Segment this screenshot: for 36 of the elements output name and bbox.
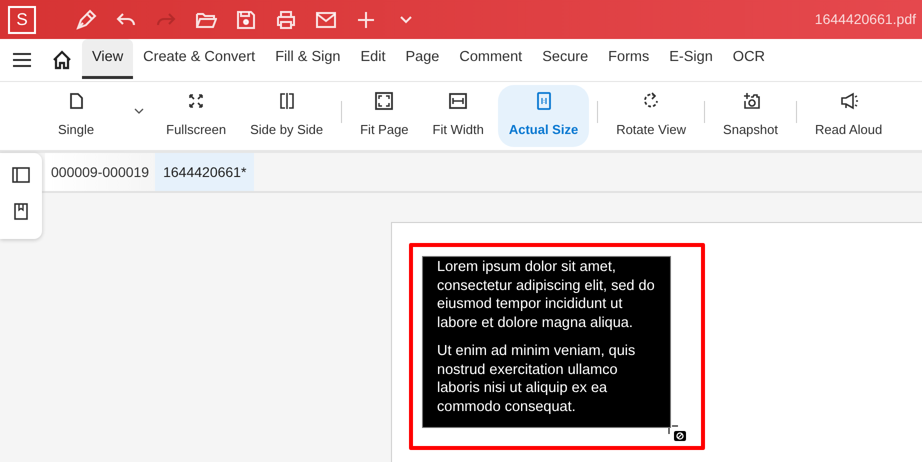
toolbar-button[interactable]: Single [48, 85, 104, 148]
menu-tab[interactable]: Comment [449, 39, 532, 80]
side-by-side-icon [278, 92, 296, 110]
menu-tab[interactable]: Fill & Sign [265, 39, 350, 80]
menu-tab[interactable]: Create & Convert [133, 39, 266, 80]
sidebar-panel-icon[interactable] [12, 167, 30, 183]
menu-tab[interactable]: Secure [532, 39, 598, 80]
menu-tab[interactable]: Edit [350, 39, 396, 80]
menu-tab[interactable]: Page [395, 39, 450, 80]
toolbar-button[interactable]: Fit Page [350, 85, 419, 148]
menu-tab[interactable]: View [82, 39, 134, 80]
megaphone-icon [840, 92, 858, 110]
toolbar-button[interactable]: Fullscreen [156, 85, 236, 148]
bookmark-icon[interactable] [14, 203, 28, 220]
dropdown-caret-icon[interactable] [134, 108, 144, 114]
menu-tab[interactable]: E-Sign [659, 39, 723, 80]
toolbar-button[interactable]: Side by Side [240, 85, 334, 148]
rotate-icon [642, 92, 660, 110]
toolbar-button[interactable]: Rotate View [606, 85, 696, 148]
toolbar-button[interactable]: Snapshot [713, 85, 788, 148]
fullscreen-icon [187, 92, 206, 110]
file-name: 1644420661.pdf [814, 10, 916, 30]
toolbar-button[interactable]: Fit Width [422, 85, 494, 148]
camera-icon [742, 92, 760, 110]
app-logo: S [8, 6, 36, 34]
toolbar-button[interactable]: Actual Size [498, 85, 590, 148]
menu-tab[interactable]: Forms [598, 39, 660, 80]
toolbar-button[interactable]: Read Aloud [804, 85, 892, 148]
menu-tab[interactable]: OCR [722, 39, 776, 80]
fit-width-icon [449, 92, 468, 110]
paragraph: Ut enim ad minim veniam, quis nostrud exercitation ullamco laboris nisi ut aliquip ex ea commodo consequat. [437, 342, 636, 416]
actual-size-icon [534, 92, 552, 110]
paragraph: Lorem ipsum dolor sit amet, consectetur adipiscing elit, sed do eiusmod tempor incididunt ut labore et dolore magna aliqua. [437, 258, 656, 332]
page-icon [67, 92, 86, 110]
fit-page-icon [375, 92, 394, 110]
document-tab[interactable]: 1644420661* [155, 153, 254, 191]
